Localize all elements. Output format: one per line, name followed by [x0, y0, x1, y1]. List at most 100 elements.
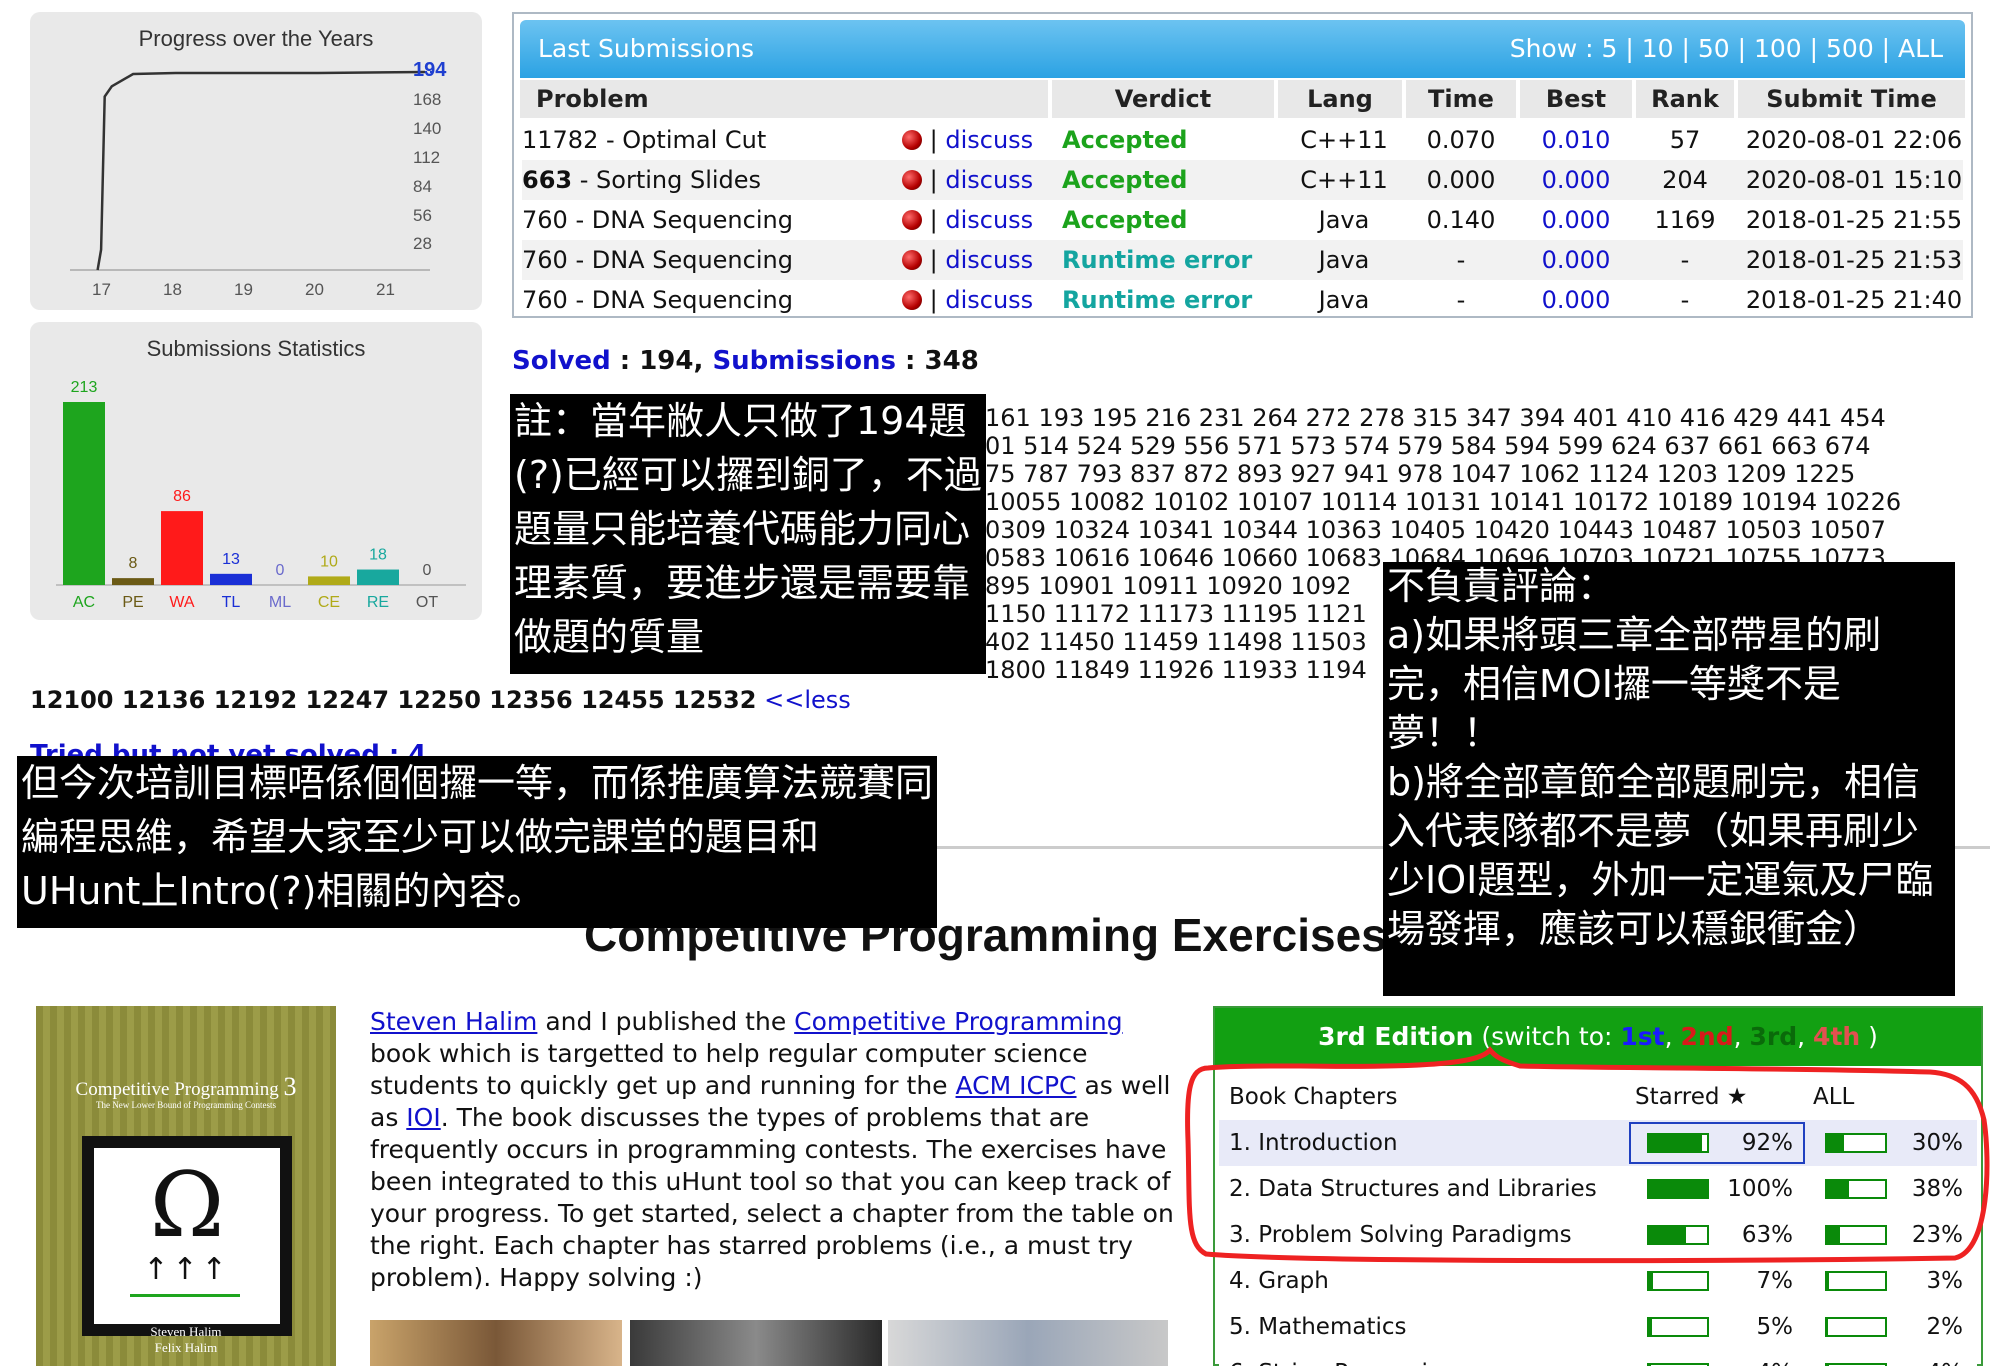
col-time[interactable]: Time — [1406, 80, 1516, 118]
time-cell: 0.140 — [1426, 206, 1496, 234]
progress-x-tick: 20 — [305, 280, 324, 299]
edition-1st-link[interactable]: 1st — [1620, 1022, 1664, 1051]
discuss-link[interactable]: discuss — [945, 246, 1033, 274]
progress-y-tick: 28 — [413, 234, 432, 253]
solved-numbers-line[interactable]: 75 787 793 837 872 893 927 941 978 1047 … — [985, 460, 1985, 488]
stats-bar-ce — [308, 576, 350, 585]
book-cover[interactable]: Competitive Programming 3 The New Lower … — [36, 1006, 336, 1366]
discuss-link[interactable]: discuss — [945, 166, 1033, 194]
starred-percent: 5% — [1756, 1314, 1794, 1340]
stats-value-label: 10 — [320, 553, 338, 570]
discuss-link[interactable]: discuss — [945, 126, 1033, 154]
problem-cell[interactable]: 760 - DNA Sequencing — [522, 200, 793, 240]
stats-value-label: 213 — [71, 379, 98, 396]
solved-numbers-line[interactable]: 01 514 524 529 556 571 573 574 579 584 5… — [985, 432, 1985, 460]
last-submissions-title: Last Submissions — [538, 34, 755, 63]
all-percent: 30% — [1911, 1130, 1963, 1156]
acm-icpc-link[interactable]: ACM ICPC — [956, 1071, 1077, 1100]
ioi-link[interactable]: IOI — [406, 1103, 440, 1132]
submit-time-cell: 2020-08-01 22:06 — [1745, 126, 1963, 154]
photo-thumbnail[interactable] — [888, 1320, 1168, 1366]
solved-numbers-line[interactable]: 161 193 195 216 231 264 272 278 315 347 … — [985, 404, 1985, 432]
col-submit-time[interactable]: Submit Time — [1738, 80, 1965, 118]
progress-x-tick: 21 — [376, 280, 395, 299]
col-lang[interactable]: Lang — [1278, 80, 1402, 118]
starred-progress-bar — [1647, 1179, 1709, 1199]
discuss-link[interactable]: discuss — [945, 206, 1033, 234]
solved-value: 194 — [639, 346, 694, 376]
col-verdict[interactable]: Verdict — [1052, 80, 1274, 118]
progress-y-tick: 140 — [413, 119, 442, 138]
solved-numbers-line[interactable]: 0309 10324 10341 10344 10363 10405 10420… — [985, 516, 1985, 544]
discuss-cell: | discuss — [902, 120, 1033, 160]
stats-bar-tl — [210, 573, 252, 585]
stats-chart-panel: Submissions Statistics 213 AC 8 PE 86 WA 13 TL 0… — [30, 322, 482, 620]
edition-2nd-link[interactable]: 2nd — [1681, 1022, 1734, 1051]
progress-y-tick: 56 — [413, 206, 432, 225]
steven-halim-link[interactable]: Steven Halim — [370, 1007, 537, 1036]
problem-cell[interactable]: 663 - Sorting Slides — [522, 160, 761, 200]
photo-thumbnail[interactable] — [370, 1320, 622, 1366]
chapter-row[interactable]: 6. String Processing 4% 4% — [1219, 1350, 1977, 1366]
chapters-col-header: Book Chapters Starred ★ ALL — [1219, 1074, 1977, 1120]
ball-icon[interactable] — [902, 250, 922, 270]
solved-numbers-line[interactable]: 1800 11849 11926 11933 1194 — [985, 656, 1385, 684]
problem-cell[interactable]: 11782 - Optimal Cut — [522, 120, 766, 160]
ball-icon[interactable] — [902, 130, 922, 150]
col-problem[interactable]: Problem — [520, 80, 1048, 118]
book-author-1: Steven Halim — [150, 1324, 222, 1339]
show-count-links[interactable]: Show : 5 | 10 | 50 | 100 | 500 | ALL — [1510, 34, 1943, 63]
verdict-cell: Runtime error — [1062, 286, 1253, 314]
chapter-name[interactable]: 3. Problem Solving Paradigms — [1229, 1212, 1572, 1258]
solved-numbers-line[interactable]: 895 10901 10911 10920 1092 — [985, 572, 1385, 600]
ball-icon[interactable] — [902, 210, 922, 230]
col-book-chapters: Book Chapters — [1229, 1084, 1398, 1110]
chapter-name[interactable]: 5. Mathematics — [1229, 1304, 1406, 1350]
best-cell: 0.010 — [1541, 126, 1611, 154]
note-overlay-2: 但今次培訓目標唔係個個攞一等，而係推廣算法競賽同編程思維，希望大家至少可以做完課… — [17, 756, 937, 928]
chapter-name[interactable]: 4. Graph — [1229, 1258, 1329, 1304]
time-cell: - — [1456, 286, 1466, 314]
stats-bar-ac — [63, 402, 105, 585]
solved-numbers-line[interactable]: 10055 10082 10102 10107 10114 10131 1014… — [985, 488, 1985, 516]
starred-percent: 100% — [1727, 1176, 1793, 1202]
submissions-value: 348 — [924, 346, 979, 376]
solved-last-line: 12100 12136 12192 12247 12250 12356 1245… — [30, 686, 851, 714]
submission-row: 760 - DNA Sequencing | discuss Accepted Ja… — [522, 200, 1963, 240]
starred-progress-bar — [1647, 1271, 1709, 1291]
chapter-row[interactable]: 3. Problem Solving Paradigms 63% 23% — [1219, 1212, 1977, 1258]
ball-icon[interactable] — [902, 170, 922, 190]
solved-numbers-line[interactable]: 402 11450 11459 11498 11503 — [985, 628, 1385, 656]
col-rank[interactable]: Rank — [1636, 80, 1734, 118]
verdict-cell: Accepted — [1062, 126, 1188, 154]
chapter-name[interactable]: 2. Data Structures and Libraries — [1229, 1166, 1597, 1212]
competitive-programming-link[interactable]: Competitive Programming — [794, 1007, 1122, 1036]
problem-cell[interactable]: 760 - DNA Sequencing — [522, 280, 793, 320]
less-link[interactable]: <<less — [764, 686, 851, 714]
chapter-row[interactable]: 1. Introduction 92% 30% — [1219, 1120, 1977, 1166]
discuss-cell: | discuss — [902, 240, 1033, 280]
edition-4th-link[interactable]: 4th — [1813, 1022, 1860, 1051]
edition-3rd-link[interactable]: 3rd — [1750, 1022, 1798, 1051]
chapter-name[interactable]: 1. Introduction — [1229, 1120, 1398, 1166]
stats-category-label: WA — [169, 594, 195, 611]
note3-a: a)如果將頭三章全部帶星的刷完，相信MOI攞一等獎不是夢！！ — [1387, 613, 1882, 755]
stats-category-label: TL — [222, 594, 241, 611]
ball-icon[interactable] — [902, 290, 922, 310]
solved-numbers-line[interactable]: 1150 11172 11173 11195 1121 — [985, 600, 1385, 628]
discuss-link[interactable]: discuss — [945, 286, 1033, 314]
col-all: ALL — [1813, 1084, 1855, 1110]
chapter-name[interactable]: 6. String Processing — [1229, 1350, 1457, 1366]
col-best[interactable]: Best — [1520, 80, 1632, 118]
all-progress-bar — [1825, 1317, 1887, 1337]
submission-row: 760 - DNA Sequencing | discuss Runtime er… — [522, 240, 1963, 280]
stats-category-label: PE — [122, 594, 143, 611]
stats-category-label: RE — [367, 594, 389, 611]
chapter-row[interactable]: 2. Data Structures and Libraries 100% 38% — [1219, 1166, 1977, 1212]
photo-thumbnail[interactable] — [630, 1320, 882, 1366]
problem-cell[interactable]: 760 - DNA Sequencing — [522, 240, 793, 280]
chapter-row[interactable]: 5. Mathematics 5% 2% — [1219, 1304, 1977, 1350]
stats-value-label: 86 — [173, 488, 191, 505]
chapter-row[interactable]: 4. Graph 7% 3% — [1219, 1258, 1977, 1304]
rank-cell: 204 — [1662, 166, 1708, 194]
